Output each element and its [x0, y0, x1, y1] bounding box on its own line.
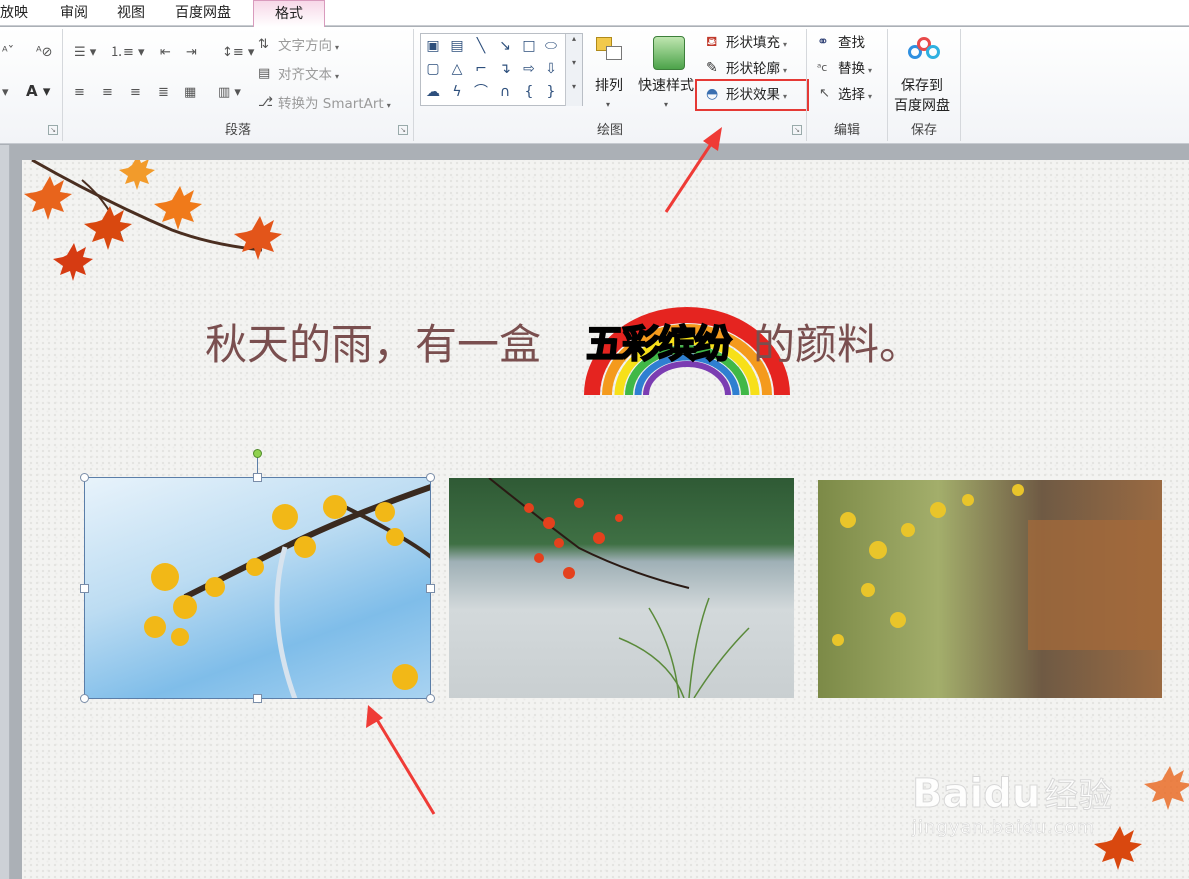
annotation-arrows	[366, 127, 722, 815]
